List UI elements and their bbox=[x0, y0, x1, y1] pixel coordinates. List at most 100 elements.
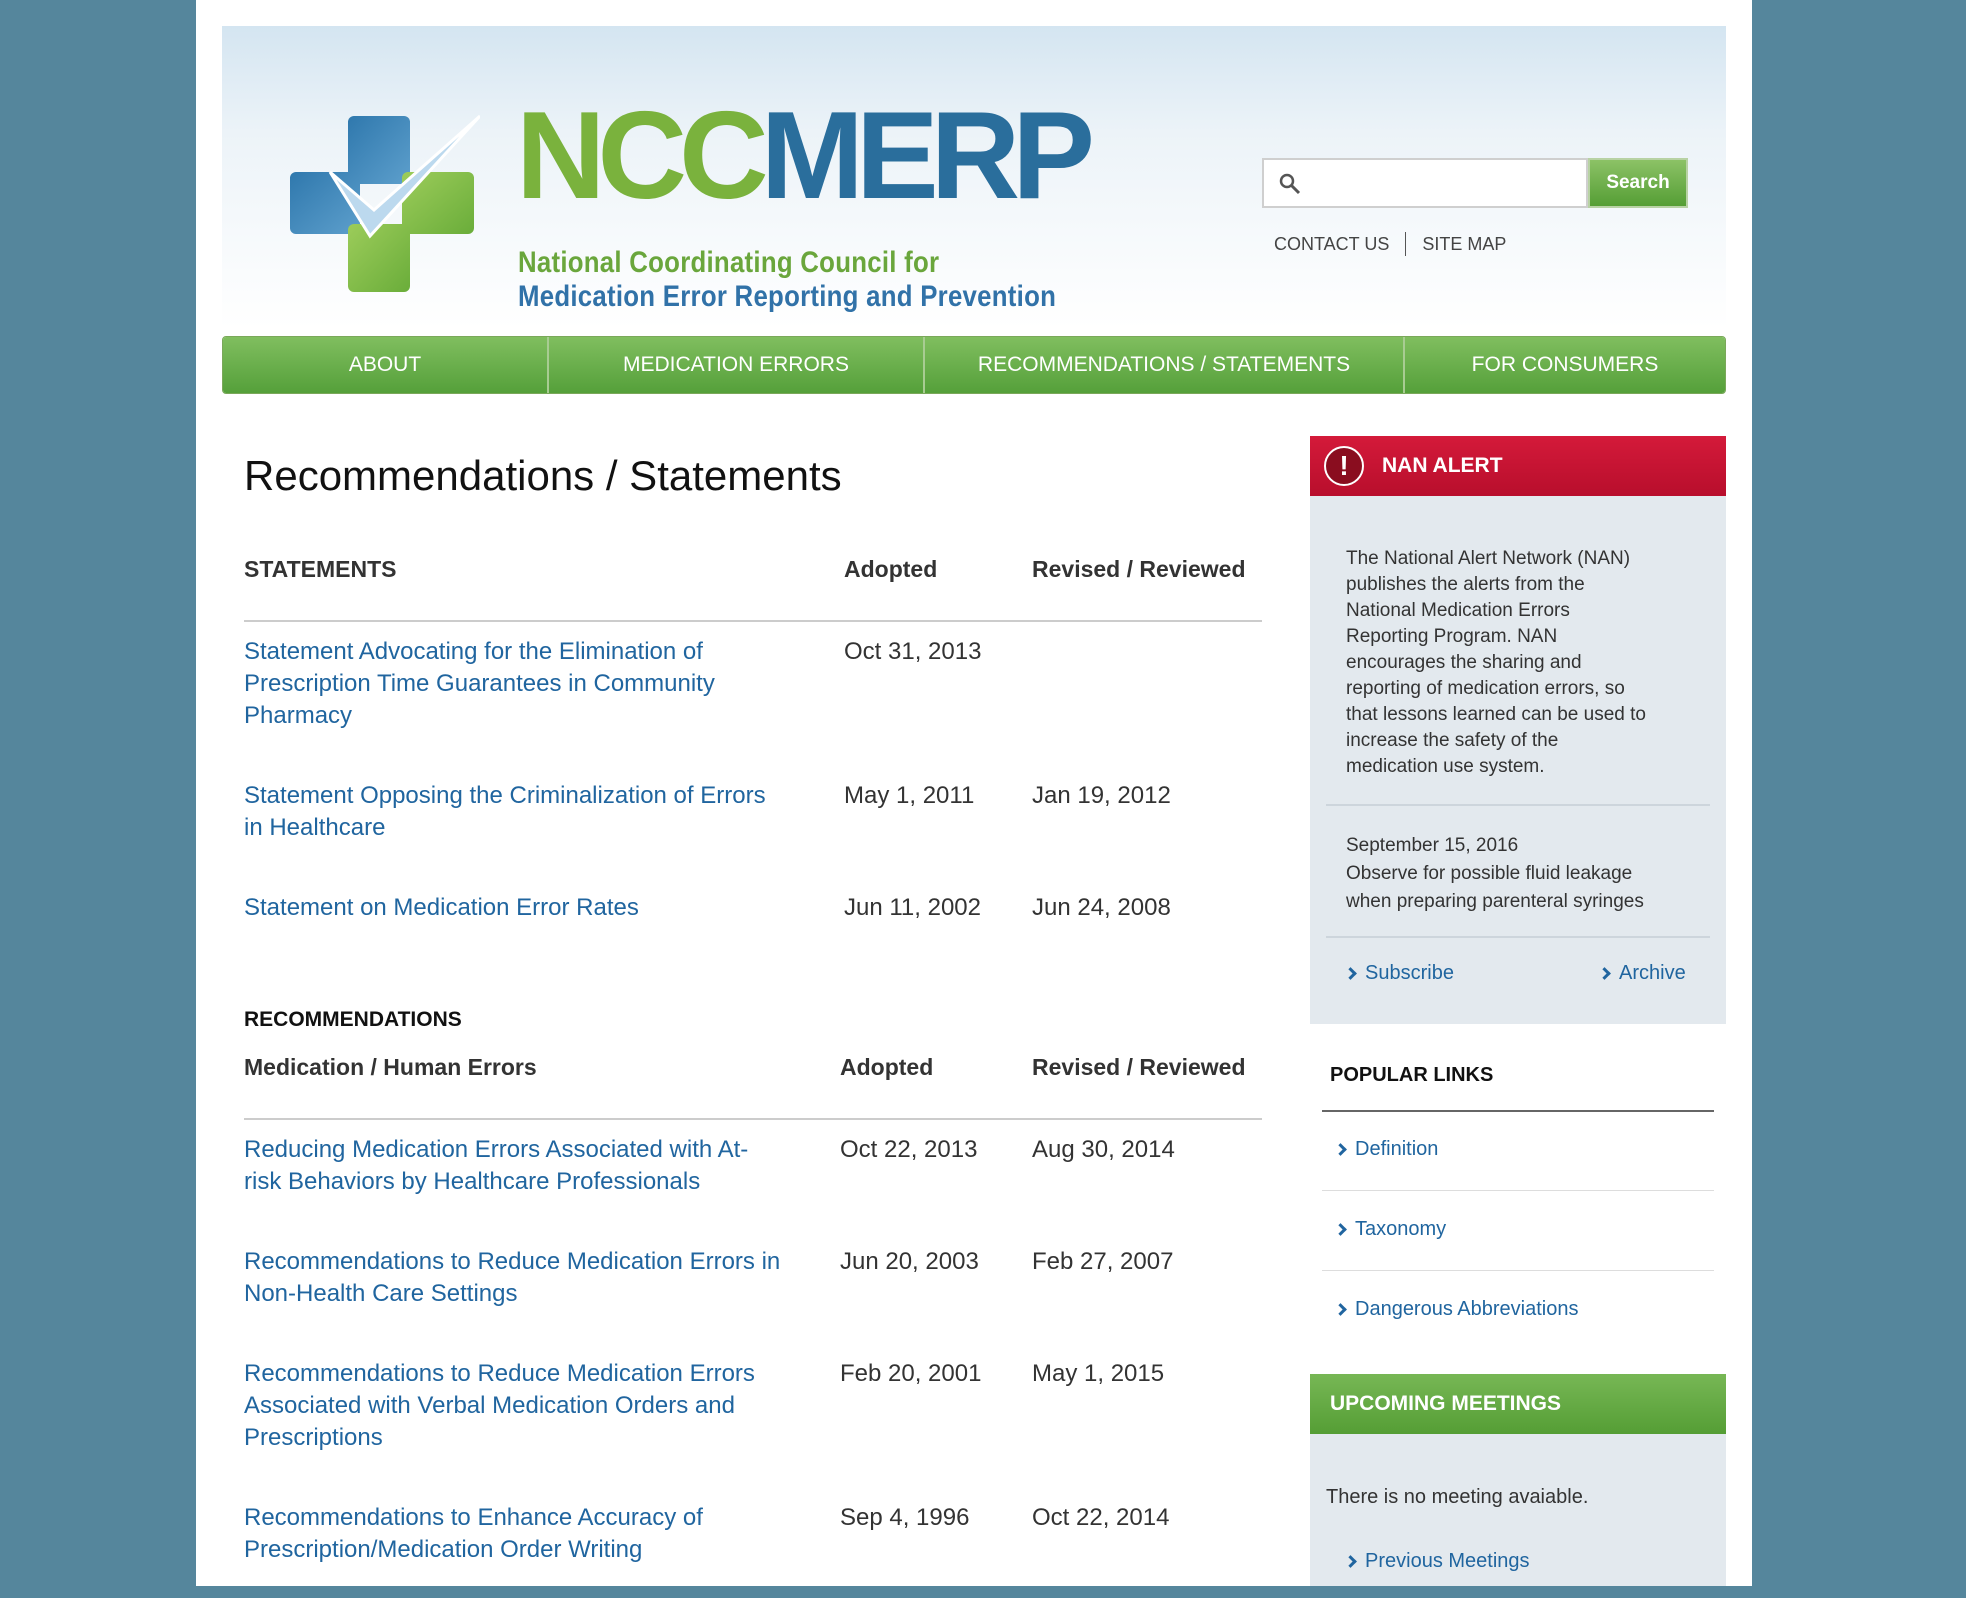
popular-link-taxonomy[interactable]: Taxonomy bbox=[1334, 1218, 1447, 1241]
recommendation-link[interactable]: Recommendations to Reduce Medication Err… bbox=[244, 1246, 780, 1310]
page-title: Recommendations / Statements bbox=[244, 452, 842, 499]
recommendations-heading: Medication / Human Errors bbox=[244, 1054, 537, 1080]
search-box bbox=[1262, 158, 1588, 208]
no-meetings-text: There is no meeting avaiable. bbox=[1326, 1486, 1589, 1508]
logo-ncc: NCC bbox=[516, 87, 769, 225]
logo-tagline-1: National Coordinating Council for bbox=[518, 246, 940, 279]
link-line: Pharmacy bbox=[244, 702, 353, 729]
nan-description: The National Alert Network (NAN) publish… bbox=[1346, 546, 1696, 780]
previous-meetings-label: Previous Meetings bbox=[1365, 1550, 1530, 1572]
archive-label: Archive bbox=[1619, 962, 1686, 984]
divider bbox=[244, 1118, 1262, 1120]
search-form: Search bbox=[1262, 158, 1688, 208]
adopted-date: Oct 31, 2013 bbox=[844, 638, 982, 665]
link-line: Prescription Time Guarantees in Communit… bbox=[244, 670, 715, 697]
nan-line: increase the safety of the bbox=[1346, 730, 1559, 751]
search-button[interactable]: Search bbox=[1588, 158, 1688, 208]
chevron-right-icon bbox=[1344, 967, 1357, 980]
recommendation-link[interactable]: Recommendations to Enhance Accuracy of P… bbox=[244, 1502, 703, 1566]
divider bbox=[1326, 804, 1710, 806]
chevron-right-icon bbox=[1598, 967, 1611, 980]
recommendations-header: Medication / Human Errors Adopted Revise… bbox=[244, 1054, 1262, 1094]
site-map-link[interactable]: SITE MAP bbox=[1422, 234, 1506, 255]
nan-alert-title: NAN ALERT bbox=[1382, 454, 1503, 477]
link-line: Statement Advocating for the Elimination… bbox=[244, 638, 703, 665]
recommendation-link[interactable]: Reducing Medication Errors Associated wi… bbox=[244, 1134, 748, 1198]
popular-link-label: Taxonomy bbox=[1355, 1218, 1447, 1240]
statement-link[interactable]: Statement Opposing the Criminalization o… bbox=[244, 780, 766, 844]
nan-line: reporting of medication errors, so bbox=[1346, 678, 1625, 699]
popular-link-label: Definition bbox=[1355, 1138, 1439, 1160]
nav-recommendations-statements[interactable]: RECOMMENDATIONS / STATEMENTS bbox=[925, 337, 1405, 393]
search-input[interactable] bbox=[1308, 168, 1578, 198]
link-line: Statement Opposing the Criminalization o… bbox=[244, 782, 766, 809]
subscribe-label: Subscribe bbox=[1365, 962, 1454, 984]
link-line: Prescription/Medication Order Writing bbox=[244, 1536, 643, 1563]
adopted-date: Jun 20, 2003 bbox=[840, 1248, 979, 1275]
recommendation-link[interactable]: Recommendations to Reduce Medication Err… bbox=[244, 1358, 755, 1454]
link-line: Recommendations to Reduce Medication Err… bbox=[244, 1248, 781, 1275]
revised-date: Oct 22, 2014 bbox=[1032, 1504, 1170, 1531]
nan-line: medication use system. bbox=[1346, 756, 1545, 777]
popular-link-definition[interactable]: Definition bbox=[1334, 1138, 1439, 1161]
nan-news-item[interactable]: September 15, 2016 Observe for possible … bbox=[1346, 832, 1706, 916]
adopted-date: Feb 20, 2001 bbox=[840, 1360, 982, 1387]
site-header: NCCMERP National Coordinating Council fo… bbox=[222, 26, 1726, 328]
chevron-right-icon bbox=[1344, 1555, 1357, 1568]
adopted-date: Oct 22, 2013 bbox=[840, 1136, 978, 1163]
popular-link-label: Dangerous Abbreviations bbox=[1355, 1298, 1579, 1320]
link-line: risk Behaviors by Healthcare Professiona… bbox=[244, 1168, 701, 1195]
nav-for-consumers[interactable]: FOR CONSUMERS bbox=[1405, 337, 1725, 393]
search-icon bbox=[1279, 173, 1301, 195]
adopted-date: Sep 4, 1996 bbox=[840, 1504, 970, 1531]
revised-date: Aug 30, 2014 bbox=[1032, 1136, 1175, 1163]
alert-icon: ! bbox=[1324, 446, 1364, 486]
link-line: in Healthcare bbox=[244, 814, 386, 841]
statement-link[interactable]: Statement on Medication Error Rates bbox=[244, 892, 639, 924]
divider bbox=[1322, 1190, 1714, 1191]
nan-line: National Medication Errors bbox=[1346, 600, 1570, 621]
statement-link[interactable]: Statement Advocating for the Elimination… bbox=[244, 636, 715, 732]
previous-meetings-link[interactable]: Previous Meetings bbox=[1344, 1550, 1530, 1573]
archive-link[interactable]: Archive bbox=[1598, 962, 1686, 985]
revised-date: May 1, 2015 bbox=[1032, 1360, 1165, 1387]
subscribe-link[interactable]: Subscribe bbox=[1344, 962, 1454, 985]
divider bbox=[1322, 1110, 1714, 1112]
nan-line: The National Alert Network (NAN) bbox=[1346, 548, 1631, 569]
nav-medication-errors[interactable]: MEDICATION ERRORS bbox=[549, 337, 925, 393]
popular-link-dangerous-abbreviations[interactable]: Dangerous Abbreviations bbox=[1334, 1298, 1579, 1321]
chevron-right-icon bbox=[1334, 1143, 1347, 1156]
link-line: Non-Health Care Settings bbox=[244, 1280, 518, 1307]
nan-alert-header: ! NAN ALERT bbox=[1310, 436, 1726, 496]
col-revised: Revised / Reviewed bbox=[1032, 556, 1246, 582]
nan-line: that lessons learned can be used to bbox=[1346, 704, 1646, 725]
link-line: Statement on Medication Error Rates bbox=[244, 894, 639, 921]
nan-alert-body: The National Alert Network (NAN) publish… bbox=[1310, 496, 1726, 1024]
nan-line: publishes the alerts from the bbox=[1346, 574, 1585, 595]
nan-news-text: Observe for possible fluid leakage bbox=[1346, 863, 1633, 884]
link-line: Reducing Medication Errors Associated wi… bbox=[244, 1136, 749, 1163]
statements-header: STATEMENTS Adopted Revised / Reviewed bbox=[244, 556, 1262, 596]
nan-news-text: when preparing parenteral syringes bbox=[1346, 891, 1644, 912]
chevron-right-icon bbox=[1334, 1223, 1347, 1236]
col-revised: Revised / Reviewed bbox=[1032, 1054, 1246, 1080]
site-logo[interactable]: NCCMERP National Coordinating Council fo… bbox=[290, 94, 1095, 324]
divider bbox=[1322, 1270, 1714, 1271]
logo-merp: MERP bbox=[760, 87, 1095, 225]
popular-links-title: POPULAR LINKS bbox=[1330, 1064, 1494, 1086]
upcoming-meetings-body: There is no meeting avaiable. Previous M… bbox=[1310, 1434, 1726, 1586]
revised-date: Jan 19, 2012 bbox=[1032, 782, 1171, 809]
link-line: Recommendations to Enhance Accuracy of bbox=[244, 1504, 703, 1531]
main-nav: ABOUT MEDICATION ERRORS RECOMMENDATIONS … bbox=[222, 336, 1726, 394]
nav-about[interactable]: ABOUT bbox=[223, 337, 549, 393]
adopted-date: Jun 11, 2002 bbox=[844, 894, 982, 921]
divider bbox=[244, 620, 1262, 622]
divider bbox=[1326, 936, 1710, 938]
adopted-date: May 1, 2011 bbox=[844, 782, 975, 809]
contact-us-link[interactable]: CONTACT US bbox=[1274, 234, 1389, 255]
revised-date: Jun 24, 2008 bbox=[1032, 894, 1171, 921]
link-line: Associated with Verbal Medication Orders… bbox=[244, 1392, 735, 1419]
utility-divider bbox=[1405, 232, 1407, 256]
revised-date: Feb 27, 2007 bbox=[1032, 1248, 1174, 1275]
col-adopted: Adopted bbox=[844, 556, 938, 582]
